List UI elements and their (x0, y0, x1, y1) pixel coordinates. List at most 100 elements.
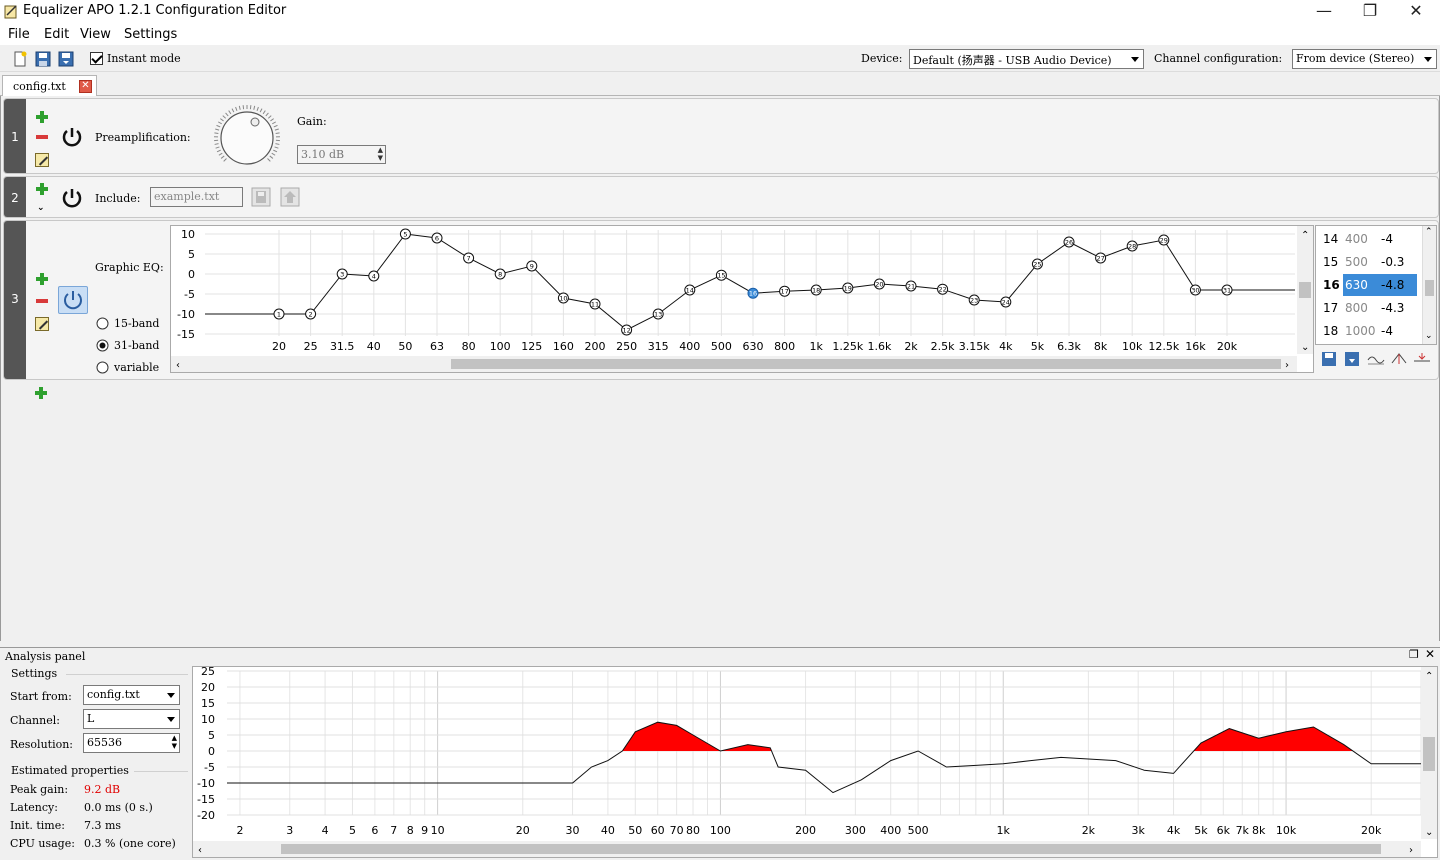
eq-band-number: 26 (1065, 239, 1073, 247)
channel-select[interactable]: L (83, 709, 180, 729)
table-scrollbar[interactable]: ⌃ ⌄ (1422, 226, 1436, 344)
resolution-label: Resolution: (10, 738, 74, 751)
open-file-icon[interactable] (251, 187, 271, 207)
eq-band-handle: 19 (842, 282, 854, 294)
power-icon[interactable] (61, 126, 83, 148)
x-tick-label: 80 (462, 340, 476, 353)
eq-band-handle: 5 (399, 228, 411, 240)
restore-button[interactable]: ❐ (1347, 0, 1393, 24)
gain-knob[interactable] (212, 103, 282, 173)
power-toggle-button[interactable] (58, 286, 88, 314)
eq-band-handle: 28 (1126, 240, 1138, 252)
eq-band-handle: 29 (1158, 234, 1170, 246)
menu-view[interactable]: View (80, 27, 111, 42)
y-tick-label: 20 (201, 681, 215, 694)
save-as-icon[interactable] (58, 51, 74, 67)
add-filter-icon[interactable] (35, 387, 47, 399)
eq-band-number: 24 (1002, 299, 1010, 307)
expand-chevron-icon[interactable]: ⌄ (37, 204, 45, 213)
init-time-label: Init. time: (10, 819, 65, 832)
start-from-select[interactable]: config.txt (83, 685, 180, 705)
resolution-spinbox[interactable]: 65536 ▲ ▼ (83, 733, 180, 753)
x-tick-label: 1k (810, 340, 824, 353)
tab-config-txt[interactable]: config.txt ✕ (2, 75, 97, 97)
graphic-eq-chart[interactable]: 1050-5-10-1520 25 31.5 40 50 63 80 100 125 160 200… (171, 226, 1313, 372)
eq-band-number: 7 (467, 255, 471, 263)
export-eq-icon[interactable] (1344, 351, 1360, 367)
menu-edit[interactable]: Edit (44, 27, 69, 42)
y-tick-label: 0 (208, 745, 215, 758)
row-number: 1 (4, 99, 26, 173)
spin-arrows-icon[interactable]: ▲ ▼ (172, 734, 177, 750)
toolbar: Instant mode Device: Default (扬声器 - USB … (0, 45, 1440, 72)
include-file-input[interactable]: example.txt (150, 187, 243, 207)
invert-eq-icon[interactable] (1390, 351, 1408, 367)
chevron-down-icon[interactable]: ⌄ (1425, 331, 1433, 341)
band-table-row[interactable]: 15 500 -0.3 (1317, 251, 1421, 273)
new-file-icon[interactable] (12, 51, 28, 67)
add-filter-icon[interactable] (36, 273, 48, 285)
save-eq-icon[interactable] (1321, 351, 1337, 367)
band-gain: -4 (1381, 232, 1393, 246)
close-window-button[interactable]: ✕ (1393, 0, 1439, 24)
remove-filter-icon[interactable] (36, 299, 48, 303)
band-table-row[interactable]: 14 400 -4 (1317, 228, 1421, 250)
x-tick-label: 20 (516, 824, 530, 837)
spin-arrows-icon[interactable]: ▲ ▼ (378, 146, 383, 162)
remove-filter-icon[interactable] (36, 135, 48, 139)
eq-band-handle: 17 (779, 285, 791, 297)
x-tick-label: 12.5k (1148, 340, 1179, 353)
analysis-chart-panel: 25 20 15 10 5 0 -5 -10 -15 -20 2 3 4 5 6 7 8 9 10 20 30 40 50 6… (192, 666, 1438, 858)
x-tick-label: 630 (743, 340, 764, 353)
band-table-row[interactable]: 17 800 -4.3 (1317, 297, 1421, 319)
band-table-row[interactable]: 16 630 -4.8 (1317, 274, 1421, 296)
x-tick-label: 7 (390, 824, 397, 837)
eq-band-number: 10 (559, 295, 567, 303)
tab-strip: config.txt ✕ (0, 72, 1440, 97)
chevron-down-icon (167, 693, 175, 698)
float-panel-icon[interactable]: ❐ (1409, 648, 1419, 661)
chevron-left-icon: ‹ (198, 845, 202, 856)
chevron-down-icon: ⌄ (1425, 827, 1433, 838)
add-filter-icon[interactable] (36, 111, 48, 123)
eq-band-handle: 1 (273, 308, 285, 320)
go-to-file-icon[interactable] (280, 187, 300, 207)
close-panel-icon[interactable]: ✕ (1425, 647, 1435, 661)
chevron-up-icon: ⌃ (1425, 671, 1433, 682)
eq-band-number: 27 (1096, 255, 1104, 263)
scroll-thumb[interactable] (1425, 280, 1434, 296)
graphic-eq-panel: 10 5 0 -5 -10 -15 20 25 31.5 40 50 63 80 100 125 160 200… (170, 225, 1314, 373)
radio-icon (96, 317, 109, 330)
init-time-value: 7.3 ms (84, 819, 122, 832)
eq-band-handle: 15 (715, 269, 727, 281)
x-tick-label: 400 (679, 340, 700, 353)
x-tick-label: 6k (1217, 824, 1231, 837)
band-table-row[interactable]: 18 1000 -4 (1317, 320, 1421, 342)
eq-band-number: 30 (1191, 287, 1199, 295)
band-gain: -4 (1381, 324, 1393, 338)
minimize-button[interactable]: — (1301, 0, 1347, 24)
eq-band-number: 3 (340, 271, 344, 279)
preamp-label: Preamplification: (95, 131, 191, 144)
chevron-up-icon[interactable]: ⌃ (1425, 227, 1433, 237)
y-tick-label: -20 (197, 809, 215, 822)
channel-config-select[interactable]: From device (Stereo) (1292, 49, 1437, 69)
reset-eq-icon[interactable] (1413, 351, 1431, 367)
close-tab-icon[interactable]: ✕ (79, 80, 92, 93)
wave-icon[interactable] (1367, 351, 1385, 367)
add-filter-icon[interactable] (36, 183, 48, 195)
power-icon[interactable] (61, 187, 83, 209)
edit-icon[interactable] (35, 153, 49, 167)
edit-icon[interactable] (35, 317, 49, 331)
menu-settings[interactable]: Settings (124, 27, 177, 42)
menu-file[interactable]: File (8, 27, 30, 42)
device-select[interactable]: Default (扬声器 - USB Audio Device) (909, 49, 1144, 69)
eq-band-number: 14 (686, 287, 694, 295)
gain-label: Gain: (297, 115, 327, 128)
instant-mode-checkbox[interactable] (90, 52, 103, 65)
save-icon[interactable] (35, 51, 51, 67)
gain-spinbox[interactable]: 3.10 dB ▲ ▼ (297, 145, 386, 164)
x-tick-label: 3.15k (959, 340, 990, 353)
start-from-label: Start from: (10, 690, 72, 703)
frequency-response-chart[interactable]: 2520151050-5-10-15-202 3 4 5 6 7 8 9 10 20 30 40 50 6… (193, 667, 1437, 857)
